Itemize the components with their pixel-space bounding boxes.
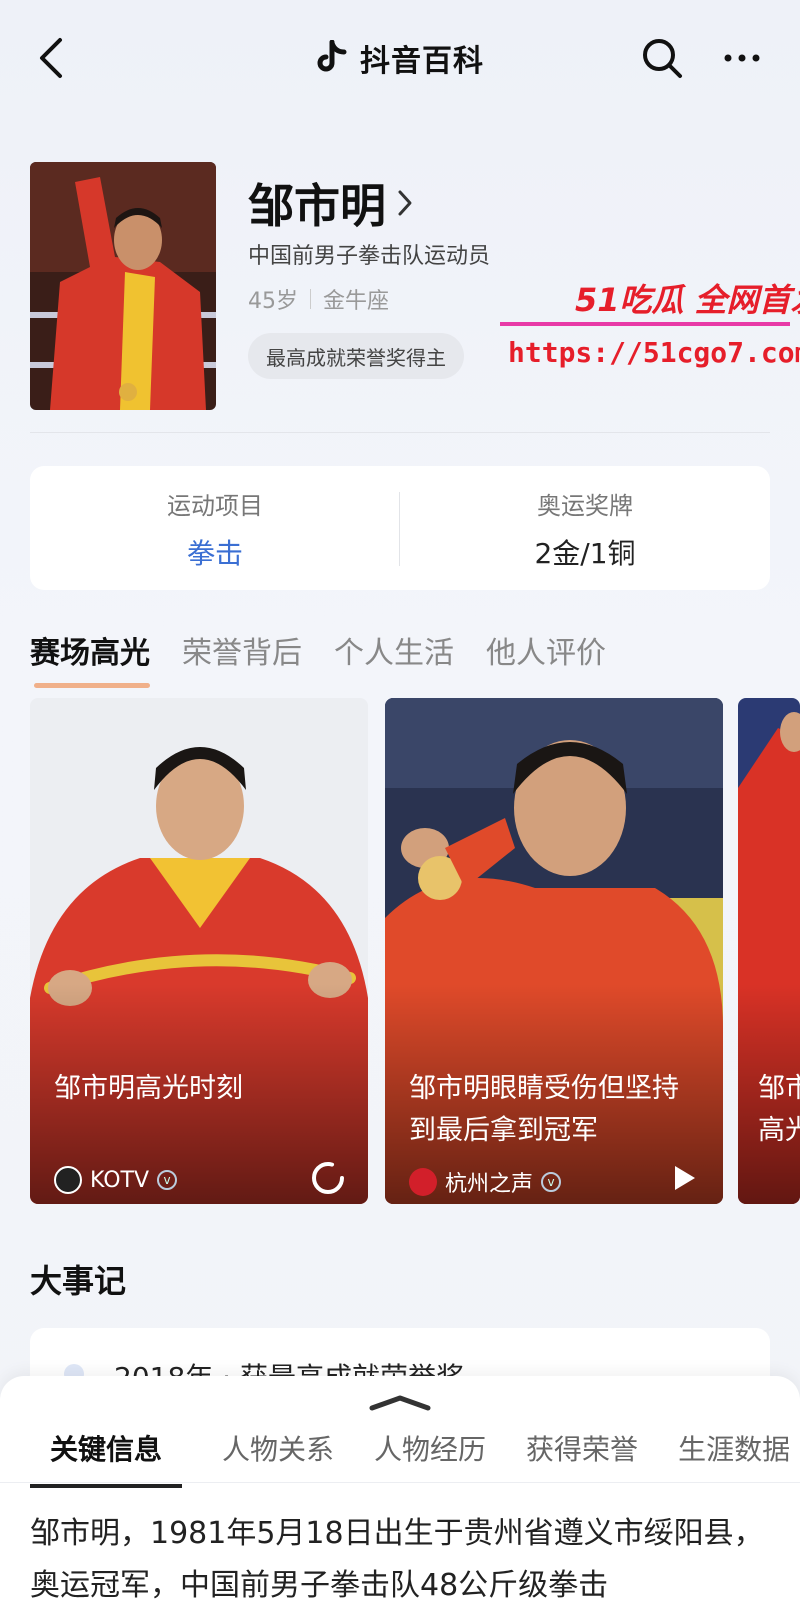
tab-experience[interactable]: 人物经历 [374, 1428, 486, 1468]
back-icon[interactable] [36, 36, 68, 80]
age-text: 45岁 [248, 289, 298, 314]
tab-label: 关键信息 [50, 1433, 163, 1466]
profile-portrait[interactable] [30, 162, 216, 410]
summary-paragraph: 邹市明，1981年5月18日出生于贵州省遵义市绥阳县，奥运冠军，中国前男子拳击队… [30, 1516, 764, 1603]
name-row[interactable]: 邹市明 [248, 170, 414, 236]
info-bottom-sheet: 关键信息 人物关系 人物经历 获得荣誉 生涯数据 邹市明，1981年5月18日出… [0, 1376, 800, 1618]
video-title: 邹市明眼睛受伤但坚持到最后拿到冠军 [409, 1073, 679, 1146]
source-name: KOTV [90, 1167, 150, 1193]
stat-value[interactable]: 拳击 [30, 532, 400, 572]
loading-icon [312, 1162, 344, 1194]
person-name: 邹市明 [248, 179, 386, 233]
tab-behind-honors[interactable]: 荣誉背后 [182, 628, 302, 672]
chevron-right-icon [398, 190, 412, 216]
video-card[interactable]: 邹市明高光时刻 KOTV v [30, 698, 368, 1204]
brand: 抖音百科 [316, 38, 484, 79]
play-icon[interactable] [665, 1160, 701, 1196]
chronicle-title: 大事记 [30, 1262, 127, 1300]
watermark-url: https://51cgo7.com [508, 336, 800, 369]
stat-medals[interactable]: 奥运奖牌 2金/1铜 [400, 466, 770, 590]
source-name: 杭州之声 [445, 1172, 534, 1197]
video-source: KOTV v [54, 1166, 178, 1194]
tab-label: 赛场高光 [30, 636, 150, 671]
watermark-title: 51吃瓜 全网首发 [575, 281, 800, 319]
tab-career-data[interactable]: 生涯数据 [678, 1428, 790, 1468]
top-bar: 抖音百科 [0, 0, 800, 120]
sheet-handle-icon[interactable] [366, 1392, 434, 1412]
tab-reviews[interactable]: 他人评价 [486, 628, 606, 672]
watermark-line [500, 322, 790, 326]
video-card[interactable]: 邹市高光 [738, 698, 800, 1204]
tiktok-logo-icon [317, 40, 347, 72]
video-card[interactable]: 邹市明眼睛受伤但坚持到最后拿到冠军 杭州之声 v [385, 698, 723, 1204]
stats-card: 运动项目 拳击 奥运奖牌 2金/1铜 [30, 466, 770, 590]
source-logo-icon [409, 1168, 437, 1196]
tab-honors[interactable]: 获得荣誉 [526, 1428, 638, 1468]
tab-personal-life[interactable]: 个人生活 [334, 628, 454, 672]
video-source: 杭州之声 v [409, 1166, 562, 1198]
video-title: 邹市高光 [758, 1073, 800, 1146]
person-meta: 45岁 金牛座 [248, 283, 389, 315]
stat-value: 2金/1铜 [534, 537, 636, 570]
more-icon[interactable] [720, 38, 764, 78]
stat-label: 运动项目 [167, 492, 263, 520]
content-tabs: 赛场高光 荣誉背后 个人生活 他人评价 [30, 628, 606, 688]
tab-relationships[interactable]: 人物关系 [222, 1428, 334, 1468]
zodiac-text: 金牛座 [323, 289, 390, 314]
source-logo-icon [54, 1166, 82, 1194]
tab-highlights[interactable]: 赛场高光 [30, 628, 150, 688]
tab-key-info[interactable]: 关键信息 [30, 1428, 183, 1488]
stat-sport[interactable]: 运动项目 拳击 [30, 466, 400, 590]
person-subtitle: 中国前男子拳击队运动员 [248, 244, 491, 269]
portrait-image [30, 162, 216, 410]
stat-label: 奥运奖牌 [537, 492, 633, 520]
sheet-divider [0, 1482, 800, 1483]
active-tab-indicator [30, 1484, 183, 1488]
verified-icon: v [541, 1172, 562, 1192]
video-title: 邹市明高光时刻 [54, 1073, 243, 1104]
section-divider [30, 432, 770, 433]
search-icon[interactable] [640, 36, 684, 80]
active-tab-indicator [34, 683, 150, 688]
sheet-tabs: 关键信息 人物关系 人物经历 获得荣誉 生涯数据 [30, 1428, 790, 1488]
brand-title: 抖音百科 [360, 44, 484, 79]
achievement-badge[interactable]: 最高成就荣誉奖得主 [248, 333, 464, 379]
verified-icon: v [157, 1170, 178, 1190]
meta-separator [310, 289, 311, 309]
